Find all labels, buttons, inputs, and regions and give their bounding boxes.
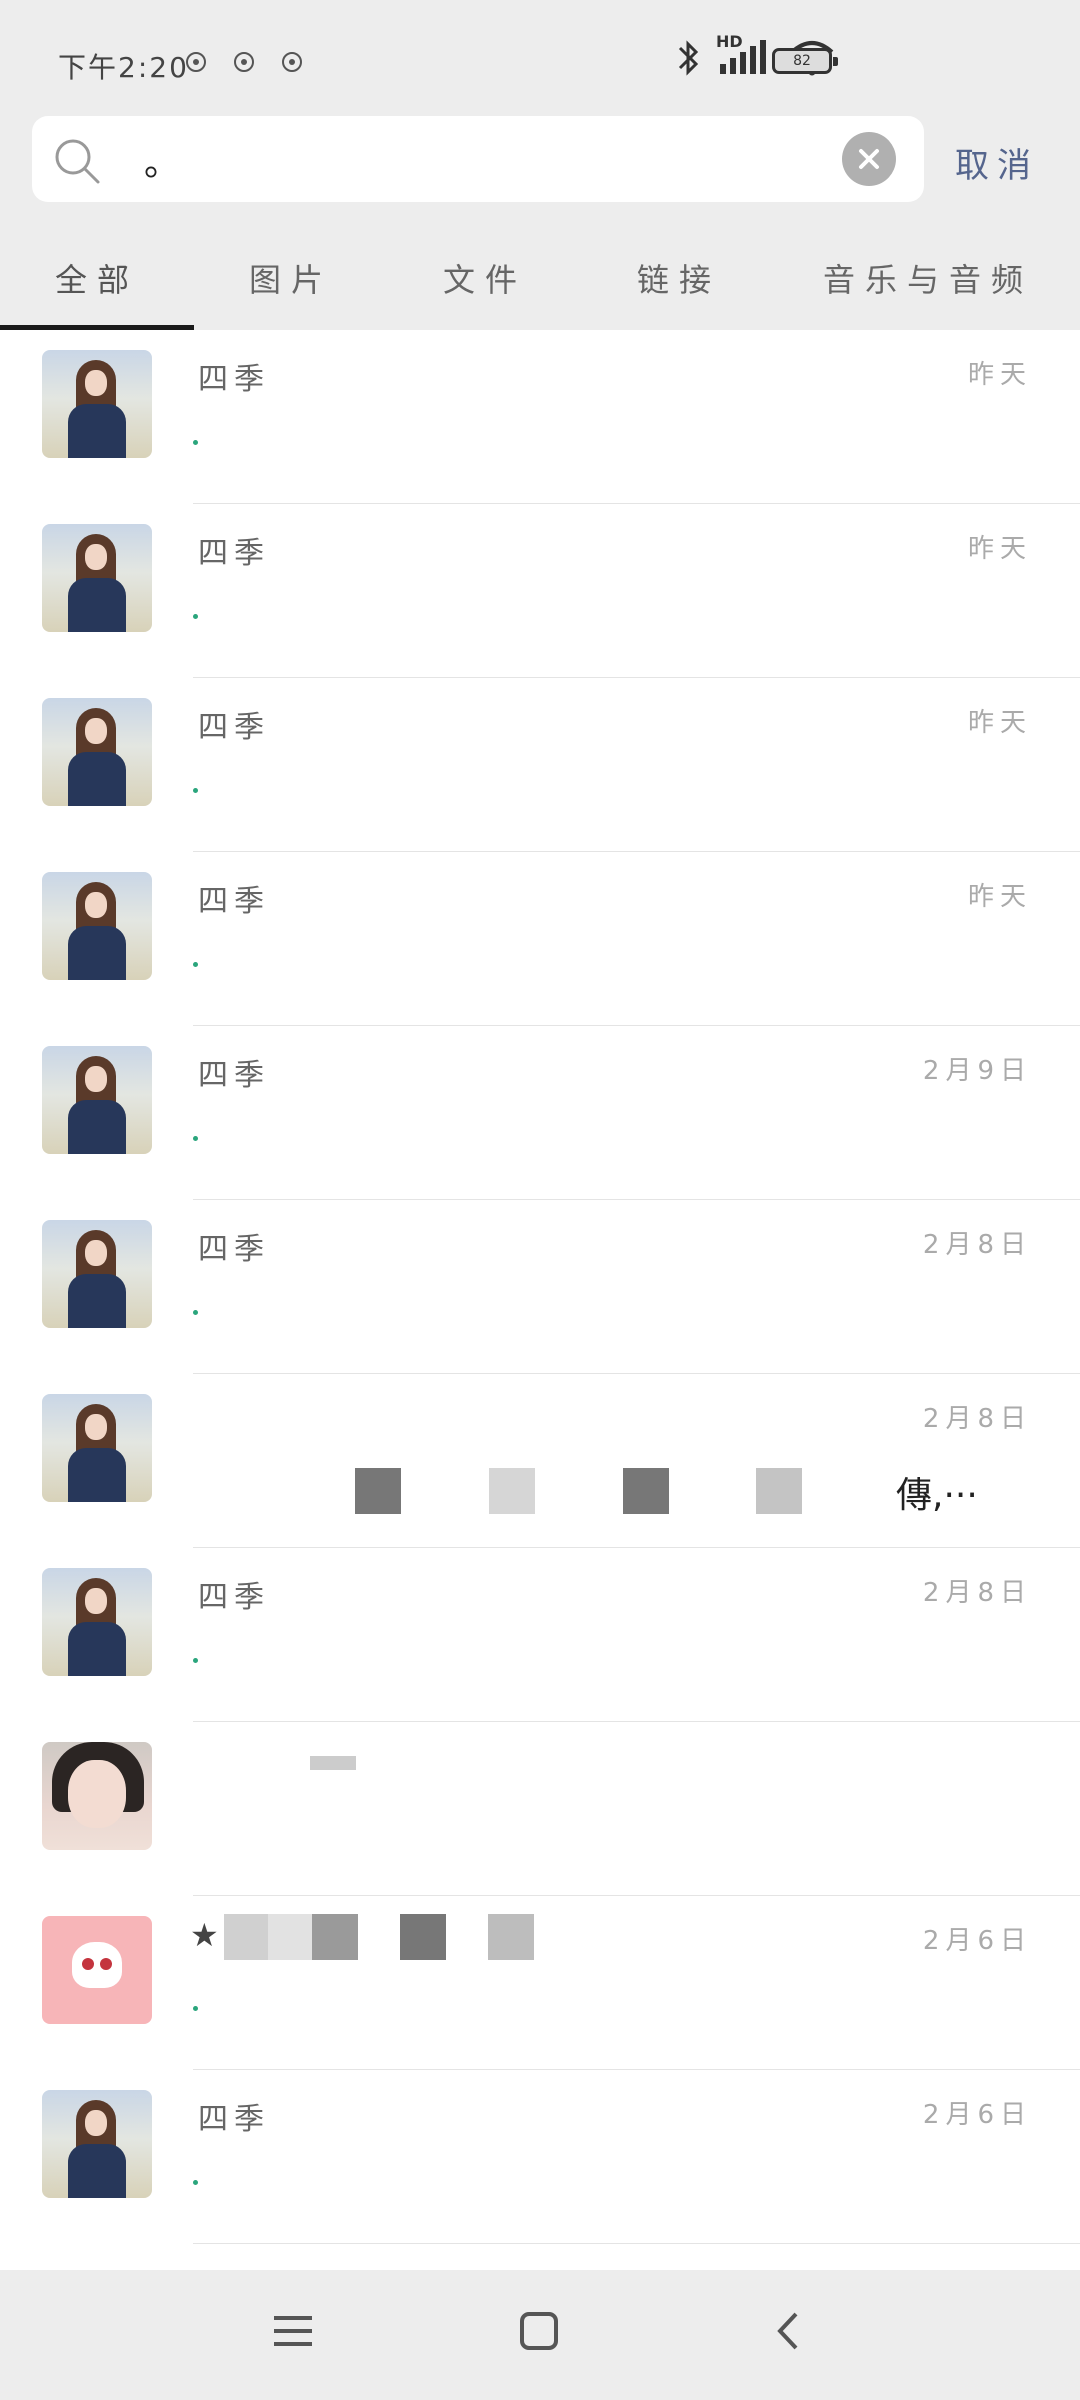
contact-name: ★ (190, 1916, 219, 1954)
avatar (42, 872, 152, 980)
redaction-block (488, 1914, 534, 1960)
redaction-block (623, 1468, 669, 1514)
list-item[interactable]: 四季 2月8日 (0, 1548, 1080, 1722)
battery-icon: 82 (772, 48, 838, 74)
clear-search-button[interactable] (842, 132, 896, 186)
message-time: 2月8日 (922, 1230, 1032, 1260)
tab-images[interactable]: 图片 (194, 225, 388, 330)
redaction-block (400, 1914, 446, 1960)
close-icon (859, 149, 879, 169)
message-time: 2月9日 (922, 1056, 1032, 1086)
menu-icon[interactable] (270, 2308, 316, 2354)
avatar (42, 1916, 152, 2024)
avatar (42, 1220, 152, 1328)
message-snippet (193, 1310, 198, 1315)
contact-name: 四季 (198, 536, 270, 571)
notification-icon (282, 52, 302, 72)
list-item[interactable]: 四季 昨天 (0, 852, 1080, 1026)
message-snippet (193, 1136, 198, 1141)
home-icon[interactable] (516, 2308, 562, 2354)
bluetooth-icon (678, 40, 699, 76)
cancel-button[interactable]: 取消 (955, 138, 1039, 187)
redaction-block (310, 1756, 356, 1770)
avatar (42, 1046, 152, 1154)
message-snippet (193, 614, 198, 619)
tab-music-audio[interactable]: 音乐与音频 (776, 225, 1080, 330)
contact-name: 四季 (198, 1580, 270, 1615)
avatar (42, 1394, 152, 1502)
contact-name: 四季 (198, 710, 270, 745)
message-time: 昨天 (967, 360, 1032, 390)
redaction-block (268, 1914, 314, 1960)
list-item[interactable]: ★ 2月6日 (0, 1896, 1080, 2070)
list-item[interactable]: 四季 昨天 (0, 504, 1080, 678)
contact-name: 四季 (198, 1058, 270, 1093)
message-time: 昨天 (967, 534, 1032, 564)
message-time: 2月8日 (922, 1404, 1032, 1434)
redaction-block (355, 1468, 401, 1514)
avatar (42, 350, 152, 458)
status-notification-icons (186, 52, 302, 72)
avatar (42, 1568, 152, 1676)
avatar (42, 2090, 152, 2198)
tab-all[interactable]: 全部 (0, 225, 194, 330)
status-bar: 下午2:20 HD 82 (0, 0, 1080, 110)
redaction-block (489, 1468, 535, 1514)
message-time: 昨天 (967, 882, 1032, 912)
message-time: 2月8日 (922, 1578, 1032, 1608)
signal-icon: HD (716, 32, 774, 78)
message-snippet: 傳,··· (896, 1475, 978, 1516)
avatar (42, 1742, 152, 1850)
message-time: 2月6日 (922, 2100, 1032, 2130)
list-item[interactable]: 四季 昨天 (0, 678, 1080, 852)
avatar (42, 524, 152, 632)
contact-name: 四季 (198, 884, 270, 919)
redaction-block (756, 1468, 802, 1514)
avatar (42, 698, 152, 806)
filter-tabs: 全部 图片 文件 链接 音乐与音频 (0, 225, 1080, 330)
contact-name: 四季 (198, 362, 270, 397)
message-snippet (193, 2006, 198, 2011)
contact-name: 四季 (198, 2102, 270, 2137)
redaction-block (224, 1914, 270, 1960)
notification-icon (234, 52, 254, 72)
search-icon (55, 139, 100, 184)
contact-name: 四季 (198, 1232, 270, 1267)
message-snippet (193, 962, 198, 967)
tab-files[interactable]: 文件 (388, 225, 582, 330)
system-nav-bar (0, 2270, 1080, 2400)
search-input[interactable] (142, 130, 846, 190)
search-bar: 取消 (0, 110, 1080, 225)
divider (193, 2243, 1080, 2244)
list-item[interactable]: 四季 2月6日 (0, 2070, 1080, 2244)
status-time: 下午2:20 (58, 51, 189, 84)
list-item[interactable]: 2月8日 傳,··· (0, 1374, 1080, 1548)
message-time: 2月6日 (922, 1926, 1032, 1956)
message-snippet (193, 788, 198, 793)
redaction-block (312, 1914, 358, 1960)
notification-icon (186, 52, 206, 72)
search-box[interactable] (32, 116, 924, 202)
message-snippet (193, 1658, 198, 1663)
message-time: 昨天 (967, 708, 1032, 738)
list-item[interactable]: 四季 2月9日 (0, 1026, 1080, 1200)
back-icon[interactable] (766, 2308, 812, 2354)
list-item[interactable]: 四季 昨天 (0, 330, 1080, 504)
list-item[interactable]: 四季 2月8日 (0, 1200, 1080, 1374)
message-snippet (193, 440, 198, 445)
list-item[interactable] (0, 1722, 1080, 1896)
message-snippet (193, 2180, 198, 2185)
search-results-list: 四季 昨天 四季 昨天 四季 昨天 四季 昨天 四季 2月9日 四季 2月8日 (0, 330, 1080, 2244)
tab-links[interactable]: 链接 (582, 225, 776, 330)
